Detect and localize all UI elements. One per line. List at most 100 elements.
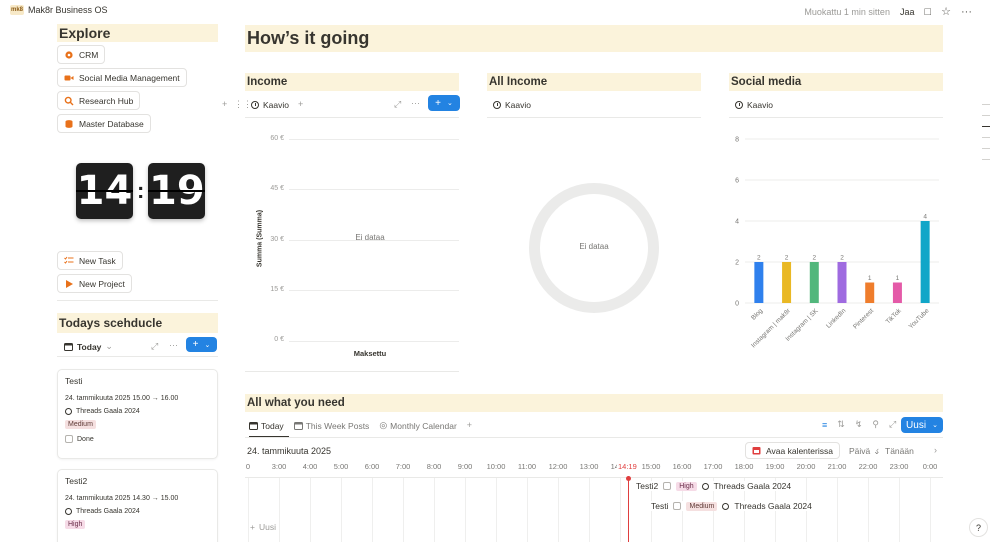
toc-line[interactable] [982, 137, 990, 138]
card-project-text: Threads Gaala 2024 [76, 408, 140, 415]
hour-gridline [248, 478, 249, 542]
done-checkbox-row[interactable]: Done [65, 435, 210, 443]
social-view-tab[interactable]: Kaavio [735, 100, 773, 110]
event-checkbox[interactable] [673, 502, 682, 510]
all-income-heading: All Income [487, 73, 701, 91]
add-view-icon[interactable]: + [298, 99, 303, 109]
more-icon[interactable]: ··· [961, 6, 972, 18]
income-new-button[interactable]: + ⌄ [428, 95, 460, 111]
bar-5[interactable] [892, 282, 902, 304]
new-task-button[interactable]: New Task [57, 251, 123, 270]
tab-this-week-posts[interactable]: This Week Posts [293, 420, 369, 431]
timeline-event[interactable]: Testi Medium Threads Gaala 2024 [651, 501, 812, 511]
y-tick-label: 8 [735, 137, 739, 144]
income-chart: 60 € 45 € 30 € 15 € 0 € Summa (Summa) Ei… [245, 120, 459, 370]
next-day-icon[interactable]: › [934, 445, 937, 455]
star-icon[interactable]: ☆ [941, 5, 951, 18]
card-project[interactable]: Threads Gaala 2024 [65, 408, 210, 415]
filter-icon[interactable]: ≡ [822, 420, 827, 430]
y-tick-label: 60 € [270, 135, 284, 142]
hour-label: 23:00 [889, 462, 909, 471]
automation-icon[interactable]: ↯ [855, 419, 863, 430]
income-view-tab[interactable]: Kaavio [251, 100, 289, 110]
search-icon[interactable]: ⚲ [872, 419, 879, 430]
page-breadcrumb-title[interactable]: Mak8r Business OS [28, 5, 108, 15]
master-database-label: Master Database [79, 118, 144, 129]
expand-icon[interactable]: ⤢ [889, 419, 896, 430]
new-project-button[interactable]: New Project [57, 274, 132, 293]
hour-label: 16:00 [672, 462, 692, 471]
video-icon [64, 75, 74, 80]
social-media-management-link[interactable]: Social Media Management [57, 68, 187, 87]
hour-gridline [403, 478, 404, 542]
bar-3[interactable] [837, 262, 847, 303]
toc-line[interactable] [982, 148, 990, 149]
toc-line[interactable] [982, 115, 990, 116]
search-icon [64, 96, 74, 105]
tab-monthly-calendar[interactable]: ◎ Monthly Calendar [379, 420, 456, 431]
category-label: TikTok [885, 307, 904, 326]
open-in-calendar-button[interactable]: Avaa kalenterissa [745, 442, 840, 459]
hour-label: 19:00 [765, 462, 785, 471]
crm-link[interactable]: CRM [57, 45, 106, 64]
page-title: How’s it going [245, 25, 943, 52]
toc-line[interactable] [982, 126, 990, 127]
previous-day-icon[interactable]: ‹ [876, 445, 879, 455]
schedule-heading: Todays scehducle [57, 313, 218, 333]
bar-4[interactable] [865, 282, 875, 304]
sort-icon[interactable]: ⇅ [837, 419, 845, 430]
day-view-label: Päivä [849, 446, 871, 456]
toc-line[interactable] [982, 104, 990, 105]
more-options-icon[interactable]: ··· [411, 98, 420, 108]
add-view-icon[interactable]: + [467, 420, 472, 431]
event-checkbox[interactable] [663, 482, 672, 490]
timeline-event[interactable]: Testi2 High Threads Gaala 2024 [636, 481, 792, 491]
share-button[interactable]: Jaa [900, 7, 915, 17]
category-label: Pinterest [852, 307, 875, 330]
today-button[interactable]: Tänään [885, 446, 914, 456]
add-new-row-button[interactable]: + Uusi [250, 522, 276, 532]
sidebar-divider [57, 300, 218, 301]
bar-0[interactable] [754, 262, 764, 303]
clock-minutes: 19 [148, 163, 206, 219]
card-title: Testi [65, 376, 83, 386]
bar-value-label: 4 [923, 214, 927, 221]
category-label: YouTube [908, 307, 931, 330]
all-income-view-tab[interactable]: Kaavio [493, 100, 531, 110]
bar-2[interactable] [809, 262, 819, 303]
more-options-icon[interactable]: ··· [169, 340, 178, 350]
schedule-card[interactable]: Testi2 24. tammikuuta 2025 14.30 → 15.00… [57, 469, 218, 542]
done-checkbox[interactable] [65, 435, 73, 443]
hour-label: 22:00 [858, 462, 878, 471]
toc-line[interactable] [982, 159, 990, 160]
hour-label: 3:00 [271, 462, 287, 471]
clock-separator: : [137, 178, 145, 203]
master-database-link[interactable]: Master Database [57, 114, 151, 133]
card-project[interactable]: Threads Gaala 2024 [65, 508, 210, 515]
drag-handle-icon[interactable]: ⋮⋮ [234, 99, 252, 110]
comment-icon[interactable]: □ [924, 6, 931, 18]
research-hub-link[interactable]: Research Hub [57, 91, 141, 110]
view-tabs: Today This Week Posts ◎ Monthly Calendar… [249, 420, 472, 431]
tab-today[interactable]: Today [249, 420, 284, 431]
hour-label: 9:00 [457, 462, 473, 471]
new-task-label: New Task [79, 255, 116, 266]
expand-icon[interactable]: ⤢ [151, 341, 158, 352]
timeline-divider [245, 477, 943, 478]
hour-gridline [589, 478, 590, 542]
bar-6[interactable] [920, 221, 930, 303]
expand-icon[interactable]: ⤢ [394, 99, 401, 110]
bar-1[interactable] [782, 262, 792, 303]
plus-icon: + [192, 339, 199, 350]
workspace-breadcrumb[interactable]: mk8 Mak8r Business OS [10, 5, 108, 15]
current-time-label: 14:19 [617, 462, 638, 471]
help-button[interactable]: ? [969, 518, 988, 537]
new-item-button[interactable]: Uusi ⌄ [901, 417, 943, 433]
schedule-view-select[interactable]: Today ⌄ [64, 341, 113, 352]
chevron-down-icon: ⌄ [204, 341, 211, 349]
clock-hours: 14 [76, 163, 133, 219]
schedule-new-button[interactable]: + ⌄ [186, 337, 217, 352]
add-block-icon[interactable]: + [222, 99, 227, 109]
schedule-divider [57, 356, 218, 357]
schedule-card[interactable]: Testi 24. tammikuuta 2025 15.00 → 16.00 … [57, 369, 218, 459]
